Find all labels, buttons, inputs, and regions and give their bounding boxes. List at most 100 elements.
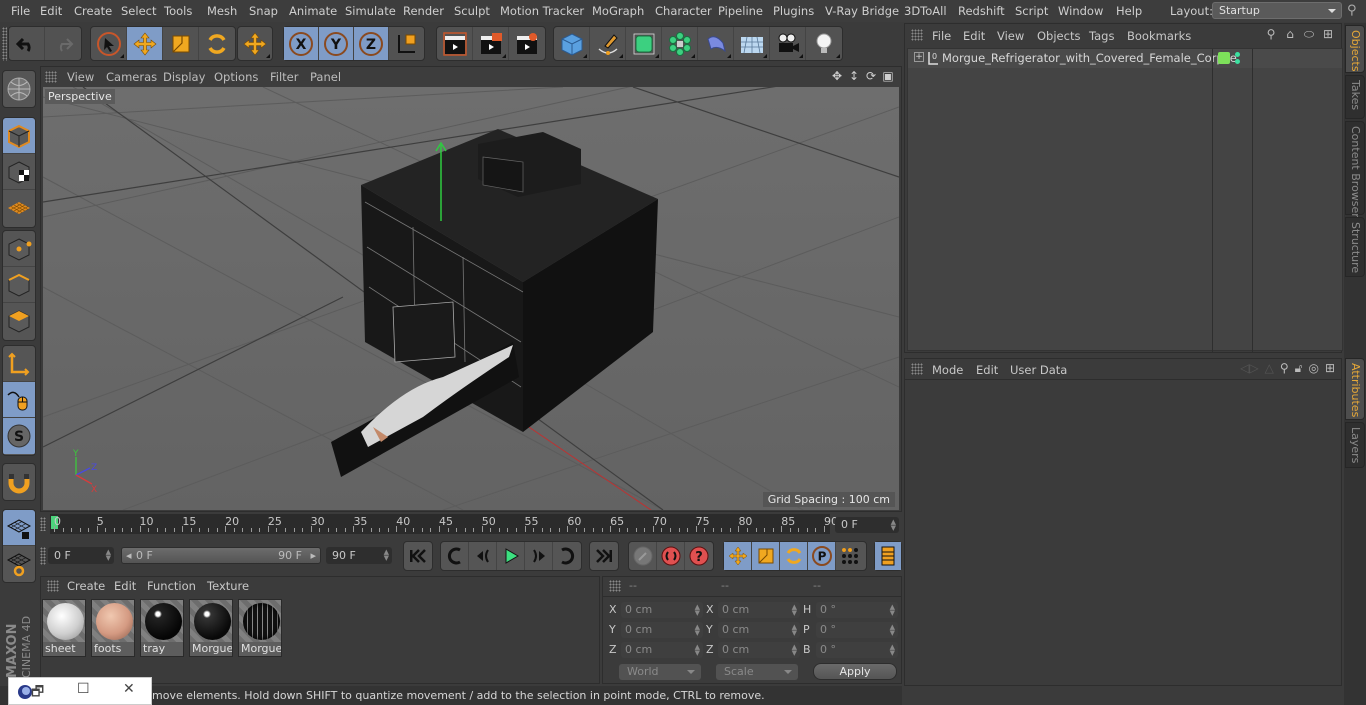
viewport-menu-cameras[interactable]: Cameras <box>106 70 157 84</box>
search-icon[interactable]: ⚲ <box>1280 361 1289 376</box>
object-row[interactable]: + 0 Morgue_Refrigerator_with_Covered_Fem… <box>908 49 1342 68</box>
camera-button[interactable] <box>770 27 806 60</box>
column-divider[interactable] <box>1212 49 1213 352</box>
material-menu-function[interactable]: Function <box>147 579 196 593</box>
z-axis-button[interactable]: Z <box>354 27 389 60</box>
end-frame-input[interactable]: 90 F ▲ ▼ <box>326 547 392 564</box>
menu-character[interactable]: Character <box>655 4 712 18</box>
spin-arrows-icon[interactable]: ▲ ▼ <box>890 644 895 657</box>
layout-select[interactable]: Startup <box>1212 2 1342 19</box>
autokey-button[interactable] <box>657 542 685 570</box>
key-parameter-button[interactable]: P <box>808 542 836 570</box>
key-rotation-button[interactable] <box>780 542 808 570</box>
align-workplane-button[interactable] <box>3 546 35 582</box>
spin-arrows-icon[interactable]: ▲ ▼ <box>695 644 700 657</box>
menu-pipeline[interactable]: Pipeline <box>718 4 763 18</box>
tab-takes[interactable]: Takes <box>1345 75 1365 119</box>
move-button[interactable] <box>127 27 163 60</box>
position-z-field[interactable]: 0 cm ▲ ▼ <box>621 642 703 658</box>
panel-grip-icon[interactable] <box>47 580 59 592</box>
recent-move-button[interactable] <box>238 27 272 60</box>
floor-button[interactable] <box>734 27 770 60</box>
render-visibility-dot[interactable] <box>1235 59 1240 64</box>
viewport-menu-display[interactable]: Display <box>163 70 205 84</box>
cube-button[interactable] <box>554 27 590 60</box>
spin-arrows-icon[interactable]: ▲ ▼ <box>890 624 895 637</box>
size-mode-select[interactable]: Scale <box>716 664 798 680</box>
rotation-p-field[interactable]: 0 ° ▲ ▼ <box>816 622 898 638</box>
keyframe-selection-button[interactable]: ? <box>685 542 713 570</box>
rotation-b-field[interactable]: 0 ° ▲ ▼ <box>816 642 898 658</box>
key-position-button[interactable] <box>724 542 752 570</box>
tab-content-browser[interactable]: Content Browser <box>1345 121 1365 218</box>
maximize-button[interactable]: ☐ <box>77 681 90 697</box>
menu-3dtoall[interactable]: 3DToAll <box>904 4 947 18</box>
viewport-menu-panel[interactable]: Panel <box>310 70 341 84</box>
spin-arrows-icon[interactable]: ▲ ▼ <box>792 644 797 657</box>
spin-arrows-icon[interactable]: ▲ ▼ <box>695 624 700 637</box>
toolbar-grip[interactable] <box>2 27 7 61</box>
coordinate-system-button[interactable] <box>389 27 424 60</box>
workplane-mode-button[interactable] <box>3 190 35 226</box>
search-icon[interactable]: ⚲ <box>1264 27 1278 41</box>
dolly-view-icon[interactable]: ↕ <box>847 69 861 83</box>
current-frame-input[interactable]: 0 F ▲ ▼ <box>48 547 114 564</box>
menu-help[interactable]: Help <box>1116 4 1142 18</box>
rotation-h-field[interactable]: 0 ° ▲ ▼ <box>816 602 898 618</box>
back-arrow-icon[interactable]: ◁▷ <box>1240 361 1258 376</box>
make-editable-button[interactable] <box>3 71 35 107</box>
model-mode-button[interactable] <box>3 118 35 154</box>
home-icon[interactable]: ⌂ <box>1283 27 1297 41</box>
redo-button[interactable] <box>45 27 81 60</box>
lock-workplane-button[interactable] <box>3 510 35 546</box>
material-swatch[interactable]: foots <box>91 599 135 657</box>
current-frame-field[interactable]: 0 F ▲ ▼ <box>835 517 899 533</box>
panel-grip-icon[interactable] <box>45 71 57 83</box>
viewport-menu-options[interactable]: Options <box>214 70 258 84</box>
expand-icon[interactable]: + <box>914 52 924 62</box>
size-x-field[interactable]: 0 cm ▲ ▼ <box>718 602 800 618</box>
material-swatch[interactable]: Morgue <box>189 599 233 657</box>
scale-button[interactable] <box>163 27 199 60</box>
editor-visibility-dot[interactable] <box>1235 52 1240 57</box>
menu-vray-bridge[interactable]: V-Ray Bridge <box>825 4 899 18</box>
menu-render[interactable]: Render <box>403 4 444 18</box>
range-left-arrow-icon[interactable]: ◂ <box>126 549 132 562</box>
material-menu-create[interactable]: Create <box>67 579 105 593</box>
size-y-field[interactable]: 0 cm ▲ ▼ <box>718 622 800 638</box>
close-button[interactable]: ✕ <box>123 681 135 697</box>
timeline-window-button[interactable] <box>875 542 901 570</box>
lock-icon[interactable]: 🔓︎ <box>1295 361 1303 376</box>
render-view-button[interactable] <box>437 27 473 60</box>
timeline-grip[interactable] <box>40 517 46 531</box>
menu-motion-tracker[interactable]: Motion Tracker <box>500 4 584 18</box>
y-axis-button[interactable]: Y <box>319 27 354 60</box>
position-x-field[interactable]: 0 cm ▲ ▼ <box>621 602 703 618</box>
spin-arrows-icon[interactable]: ▲ ▼ <box>384 549 389 562</box>
object-name[interactable]: Morgue_Refrigerator_with_Covered_Female_… <box>942 51 1237 65</box>
goto-start-button[interactable] <box>404 542 432 570</box>
om-menu-objects[interactable]: Objects <box>1037 29 1080 43</box>
material-menu-edit[interactable]: Edit <box>114 579 136 593</box>
panel-grip-icon[interactable] <box>911 29 923 41</box>
menu-edit[interactable]: Edit <box>40 4 62 18</box>
filter-icon[interactable]: ⬭ <box>1302 27 1316 41</box>
subdivision-surface-button[interactable] <box>626 27 662 60</box>
key-scale-button[interactable] <box>752 542 780 570</box>
points-mode-button[interactable] <box>3 231 35 267</box>
material-menu-texture[interactable]: Texture <box>207 579 249 593</box>
spin-arrows-icon[interactable]: ▲ ▼ <box>695 604 700 617</box>
motion-record-button[interactable] <box>629 542 657 570</box>
goto-end-button[interactable] <box>590 542 618 570</box>
edges-mode-button[interactable] <box>3 267 35 303</box>
viewport-menu-filter[interactable]: Filter <box>270 70 298 84</box>
snap-button[interactable] <box>3 464 35 500</box>
restore-button[interactable]: 🗗 <box>31 681 44 705</box>
tab-attributes[interactable]: Attributes <box>1345 358 1365 420</box>
menu-plugins[interactable]: Plugins <box>773 4 814 18</box>
om-menu-file[interactable]: File <box>932 29 951 43</box>
spin-arrows-icon[interactable]: ▲ ▼ <box>891 519 896 532</box>
preview-range-slider[interactable]: ◂ 0 F 90 F ▸ <box>121 547 321 564</box>
position-y-field[interactable]: 0 cm ▲ ▼ <box>621 622 703 638</box>
new-window-icon[interactable]: ⊞ <box>1321 27 1335 41</box>
